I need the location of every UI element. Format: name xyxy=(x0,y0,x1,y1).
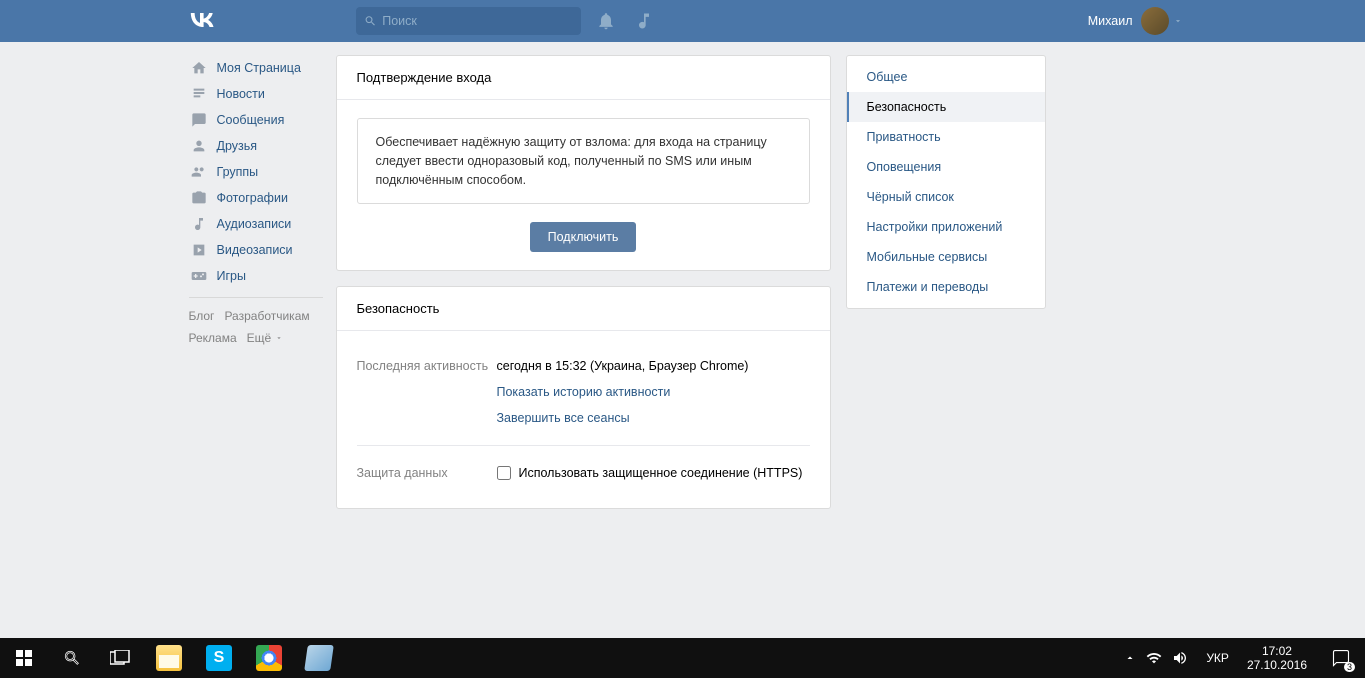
nav-label: Группы xyxy=(217,165,259,179)
tab-security[interactable]: Безопасность xyxy=(847,92,1045,122)
nav-label: Сообщения xyxy=(217,113,285,127)
username-label: Михаил xyxy=(1088,14,1133,28)
panel-title: Безопасность xyxy=(337,287,830,331)
nav-friends[interactable]: Друзья xyxy=(183,133,323,159)
footer-blog[interactable]: Блог xyxy=(189,309,215,323)
chevron-down-icon xyxy=(1173,16,1183,26)
chevron-up-icon[interactable] xyxy=(1124,652,1136,664)
connect-button[interactable]: Подключить xyxy=(530,222,637,252)
nav-footer: Блог Разработчикам Реклама Ещё xyxy=(183,306,323,349)
tab-app-settings[interactable]: Настройки приложений xyxy=(847,212,1045,242)
tab-payments[interactable]: Платежи и переводы xyxy=(847,272,1045,302)
search-button[interactable] xyxy=(48,638,96,678)
left-nav: Моя Страница Новости Сообщения Друзья Гр… xyxy=(183,55,333,524)
nav-label: Друзья xyxy=(217,139,258,153)
clock[interactable]: 17:02 27.10.2016 xyxy=(1237,644,1317,673)
wifi-icon[interactable] xyxy=(1146,650,1162,666)
taskview-button[interactable] xyxy=(96,638,144,678)
settings-tabs: Общее Безопасность Приватность Оповещени… xyxy=(846,55,1046,309)
data-protection-label: Защита данных xyxy=(357,466,497,480)
user-menu[interactable]: Михаил xyxy=(1088,7,1183,35)
search-icon xyxy=(364,14,377,28)
volume-icon[interactable] xyxy=(1172,650,1188,666)
top-header: Михаил xyxy=(0,0,1365,42)
nav-news[interactable]: Новости xyxy=(183,81,323,107)
tab-notifications[interactable]: Оповещения xyxy=(847,152,1045,182)
friends-icon xyxy=(189,138,209,154)
tab-blacklist[interactable]: Чёрный список xyxy=(847,182,1045,212)
bell-icon[interactable] xyxy=(596,11,616,31)
audio-icon xyxy=(189,216,209,232)
nav-photos[interactable]: Фотографии xyxy=(183,185,323,211)
footer-more[interactable]: Ещё xyxy=(247,331,283,345)
notifications-button[interactable]: 3 xyxy=(1317,638,1365,678)
search-box[interactable] xyxy=(356,7,581,35)
groups-icon xyxy=(189,164,209,180)
tab-mobile[interactable]: Мобильные сервисы xyxy=(847,242,1045,272)
tab-privacy[interactable]: Приватность xyxy=(847,122,1045,152)
info-box: Обеспечивает надёжную защиту от взлома: … xyxy=(357,118,810,204)
windows-taskbar: УКР 17:02 27.10.2016 3 xyxy=(0,638,1365,678)
nav-label: Аудиозаписи xyxy=(217,217,292,231)
vk-logo[interactable] xyxy=(188,10,216,33)
nav-audio[interactable]: Аудиозаписи xyxy=(183,211,323,237)
nav-my-page[interactable]: Моя Страница xyxy=(183,55,323,81)
nav-separator xyxy=(189,297,323,298)
panel-security: Безопасность Последняя активность сегодн… xyxy=(336,286,831,509)
notif-badge: 3 xyxy=(1344,662,1355,672)
footer-devs[interactable]: Разработчикам xyxy=(224,309,309,323)
taskbar-app-explorer[interactable] xyxy=(144,638,194,678)
avatar xyxy=(1141,7,1169,35)
nav-games[interactable]: Игры xyxy=(183,263,323,289)
camera-icon xyxy=(189,190,209,206)
main-content: Подтверждение входа Обеспечивает надёжну… xyxy=(336,55,831,524)
clock-date: 27.10.2016 xyxy=(1247,658,1307,672)
nav-label: Моя Страница xyxy=(217,61,301,75)
taskbar-app-doc[interactable] xyxy=(294,638,344,678)
language-indicator[interactable]: УКР xyxy=(1198,651,1237,665)
chevron-down-icon xyxy=(275,334,283,342)
news-icon xyxy=(189,86,209,102)
divider xyxy=(357,445,810,446)
music-icon[interactable] xyxy=(634,11,654,31)
nav-label: Фотографии xyxy=(217,191,288,205)
show-history-link[interactable]: Показать историю активности xyxy=(497,385,810,399)
taskbar-app-chrome[interactable] xyxy=(244,638,294,678)
footer-ads[interactable]: Реклама xyxy=(189,331,237,345)
games-icon xyxy=(189,268,209,284)
https-checkbox-label: Использовать защищенное соединение (HTTP… xyxy=(519,466,803,480)
nav-messages[interactable]: Сообщения xyxy=(183,107,323,133)
panel-confirmation: Подтверждение входа Обеспечивает надёжну… xyxy=(336,55,831,271)
tab-general[interactable]: Общее xyxy=(847,62,1045,92)
nav-label: Игры xyxy=(217,269,246,283)
system-tray[interactable] xyxy=(1114,650,1198,666)
https-checkbox[interactable] xyxy=(497,466,511,480)
end-sessions-link[interactable]: Завершить все сеансы xyxy=(497,411,810,425)
home-icon xyxy=(189,60,209,76)
video-icon xyxy=(189,242,209,258)
panel-title: Подтверждение входа xyxy=(337,56,830,100)
last-activity-value: сегодня в 15:32 (Украина, Браузер Chrome… xyxy=(497,359,749,373)
clock-time: 17:02 xyxy=(1247,644,1307,658)
nav-label: Видеозаписи xyxy=(217,243,293,257)
last-activity-label: Последняя активность xyxy=(357,359,497,425)
nav-video[interactable]: Видеозаписи xyxy=(183,237,323,263)
nav-groups[interactable]: Группы xyxy=(183,159,323,185)
search-input[interactable] xyxy=(382,14,572,28)
messages-icon xyxy=(189,112,209,128)
nav-label: Новости xyxy=(217,87,265,101)
start-button[interactable] xyxy=(0,638,48,678)
taskbar-app-skype[interactable] xyxy=(194,638,244,678)
